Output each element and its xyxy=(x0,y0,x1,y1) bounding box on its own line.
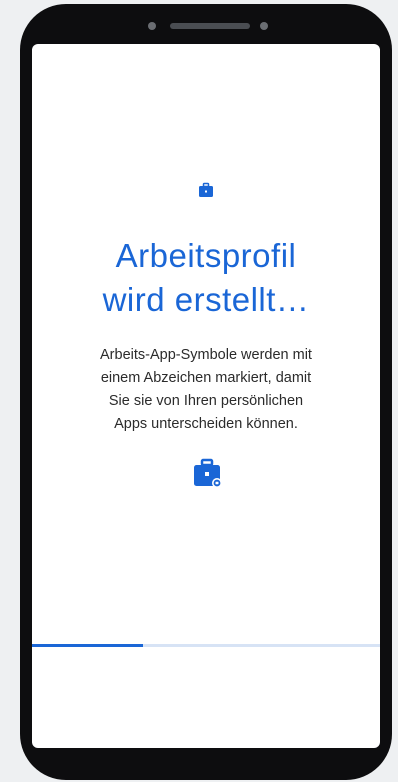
title-line-1: Arbeitsprofil xyxy=(115,237,297,274)
description-line-1: Arbeits-App-Symbole werden mit xyxy=(100,347,312,363)
phone-frame: Arbeitsprofil wird erstellt… Arbeits-App… xyxy=(20,4,392,780)
phone-screen: Arbeitsprofil wird erstellt… Arbeits-App… xyxy=(32,44,380,748)
phone-top-bezel xyxy=(20,18,392,34)
page-title: Arbeitsprofil wird erstellt… xyxy=(32,234,380,322)
briefcase-icon xyxy=(199,182,213,197)
description-line-3: Sie sie von Ihren persönlichen xyxy=(108,393,304,409)
page-background: Arbeitsprofil wird erstellt… Arbeits-App… xyxy=(0,0,398,782)
description-line-4: Apps unterscheiden können. xyxy=(114,416,298,432)
title-line-2: wird erstellt… xyxy=(102,281,310,318)
progress-bar xyxy=(32,644,380,647)
description-text: Arbeits-App-Symbole werden mit einem Abz… xyxy=(66,344,346,436)
work-badge-briefcase-icon xyxy=(194,458,222,488)
progress-bar-fill xyxy=(32,644,144,647)
earpiece-speaker xyxy=(170,23,250,29)
front-camera-icon xyxy=(148,22,156,30)
sensor-dot-icon xyxy=(260,22,268,30)
description-line-2: einem Abzeichen markiert, damit xyxy=(100,370,312,386)
